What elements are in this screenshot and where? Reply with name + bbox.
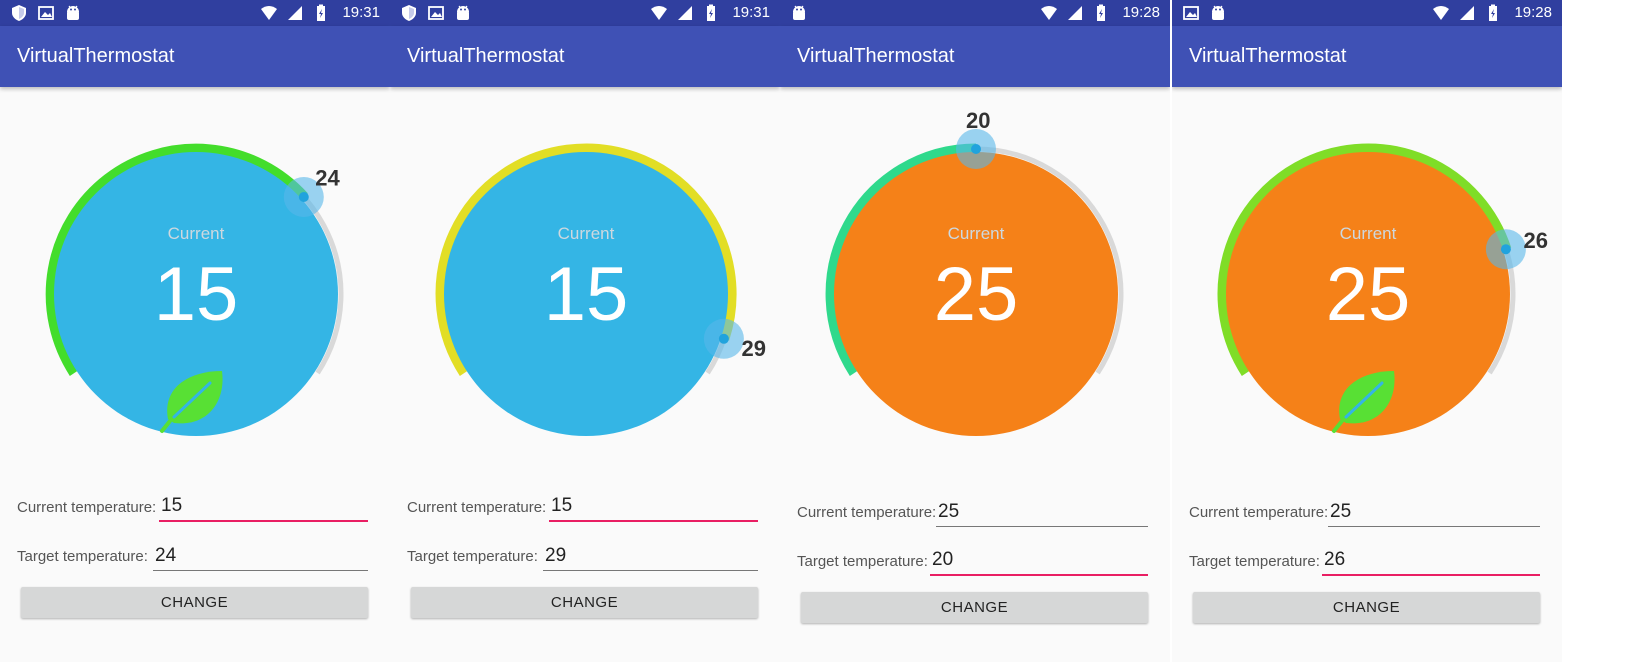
signal-icon [286,4,304,22]
target-knob-dot [971,144,981,154]
target-value-label: 26 [1524,228,1548,253]
current-value: 25 [1326,252,1411,337]
phone-screen: 19:31 VirtualThermostat Current 15 24 Cu… [0,0,390,662]
current-value: 15 [544,252,629,337]
target-temperature-input[interactable] [153,541,368,571]
phone-screen: 19:28 VirtualThermostat Current 25 20 Cu… [780,0,1170,662]
status-bar: 19:31 [0,0,390,26]
status-right-icons: 19:31 [260,4,380,22]
change-button[interactable]: CHANGE [1193,592,1540,623]
current-temperature-input[interactable] [1328,497,1540,527]
target-temperature-row: Target temperature: [407,537,758,571]
current-temperature-label: Current temperature: [407,499,547,516]
status-left-icons [790,4,808,22]
app-title: VirtualThermostat [17,45,175,67]
current-temperature-input[interactable] [936,497,1148,527]
target-temperature-label: Target temperature: [407,548,538,565]
target-temperature-row: Target temperature: [1189,542,1540,576]
current-temperature-row: Current temperature: [797,493,1148,527]
target-knob-dot [298,192,309,202]
status-bar: 19:31 [390,0,780,26]
current-temperature-row: Current temperature: [17,488,368,522]
wifi-icon [650,4,668,22]
status-left-icons [10,4,82,22]
wifi-icon [260,4,278,22]
target-knob-dot [718,333,729,344]
status-right-icons: 19:28 [1040,4,1160,22]
app-title: VirtualThermostat [407,45,565,67]
thermostat-dial[interactable]: Current 25 20 [818,108,1138,452]
status-left-icons [400,4,472,22]
target-temperature-label: Target temperature: [797,553,928,570]
signal-icon [1458,4,1476,22]
image-icon [37,4,55,22]
target-temperature-label: Target temperature: [1189,553,1320,570]
change-button[interactable]: CHANGE [411,587,758,618]
current-temperature-input[interactable] [159,492,368,522]
current-temperature-row: Current temperature: [407,488,758,522]
android-icon [64,4,82,22]
thermostat-dial[interactable]: Current 15 24 [38,122,358,452]
status-bar: 19:28 [780,0,1170,26]
status-time: 19:31 [342,4,380,21]
app-title: VirtualThermostat [1189,45,1347,67]
status-left-icons [1182,4,1227,22]
current-label: Current [1340,224,1397,243]
current-temperature-label: Current temperature: [1189,504,1329,521]
current-value: 25 [934,252,1019,337]
status-right-icons: 19:31 [650,4,770,22]
app-title: VirtualThermostat [797,45,955,67]
target-temperature-row: Target temperature: [797,542,1148,576]
target-value-label: 29 [742,336,766,361]
screens-container: 19:31 VirtualThermostat Current 15 24 Cu… [0,0,1627,662]
battery-icon [702,4,720,22]
wifi-icon [1040,4,1058,22]
status-time: 19:28 [1514,4,1552,21]
current-temperature-input[interactable] [549,492,758,522]
target-temperature-label: Target temperature: [17,548,148,565]
shield-icon [400,4,418,22]
target-temperature-row: Target temperature: [17,537,368,571]
image-icon [427,4,445,22]
target-knob-dot [1500,244,1511,255]
image-icon [1182,4,1200,22]
change-button[interactable]: CHANGE [801,592,1148,623]
phone-screen: 19:31 VirtualThermostat Current 15 29 Cu… [390,0,780,662]
battery-icon [312,4,330,22]
app-bar: VirtualThermostat [780,26,1170,87]
signal-icon [1066,4,1084,22]
current-temperature-label: Current temperature: [797,504,937,521]
wifi-icon [1432,4,1450,22]
current-temperature-label: Current temperature: [17,499,157,516]
current-label: Current [558,224,615,243]
android-icon [1209,4,1227,22]
status-bar: 19:28 [1172,0,1562,26]
target-value-label: 24 [315,166,340,191]
android-icon [790,4,808,22]
android-icon [454,4,472,22]
phone-screen: 19:28 VirtualThermostat Current 25 26 Cu… [1172,0,1562,662]
status-time: 19:31 [732,4,770,21]
thermostat-dial[interactable]: Current 15 29 [428,122,766,452]
target-value-label: 20 [966,108,990,133]
battery-icon [1484,4,1502,22]
current-label: Current [948,224,1005,243]
change-button[interactable]: CHANGE [21,587,368,618]
status-right-icons: 19:28 [1432,4,1552,22]
target-temperature-input[interactable] [930,546,1148,576]
app-bar: VirtualThermostat [390,26,780,87]
signal-icon [676,4,694,22]
thermostat-dial[interactable]: Current 25 26 [1210,122,1548,452]
app-bar: VirtualThermostat [1172,26,1562,87]
current-temperature-row: Current temperature: [1189,493,1540,527]
app-bar: VirtualThermostat [0,26,390,87]
shield-icon [10,4,28,22]
target-temperature-input[interactable] [1322,546,1540,576]
target-temperature-input[interactable] [543,541,758,571]
current-label: Current [168,224,225,243]
status-time: 19:28 [1122,4,1160,21]
battery-icon [1092,4,1110,22]
current-value: 15 [154,252,239,337]
